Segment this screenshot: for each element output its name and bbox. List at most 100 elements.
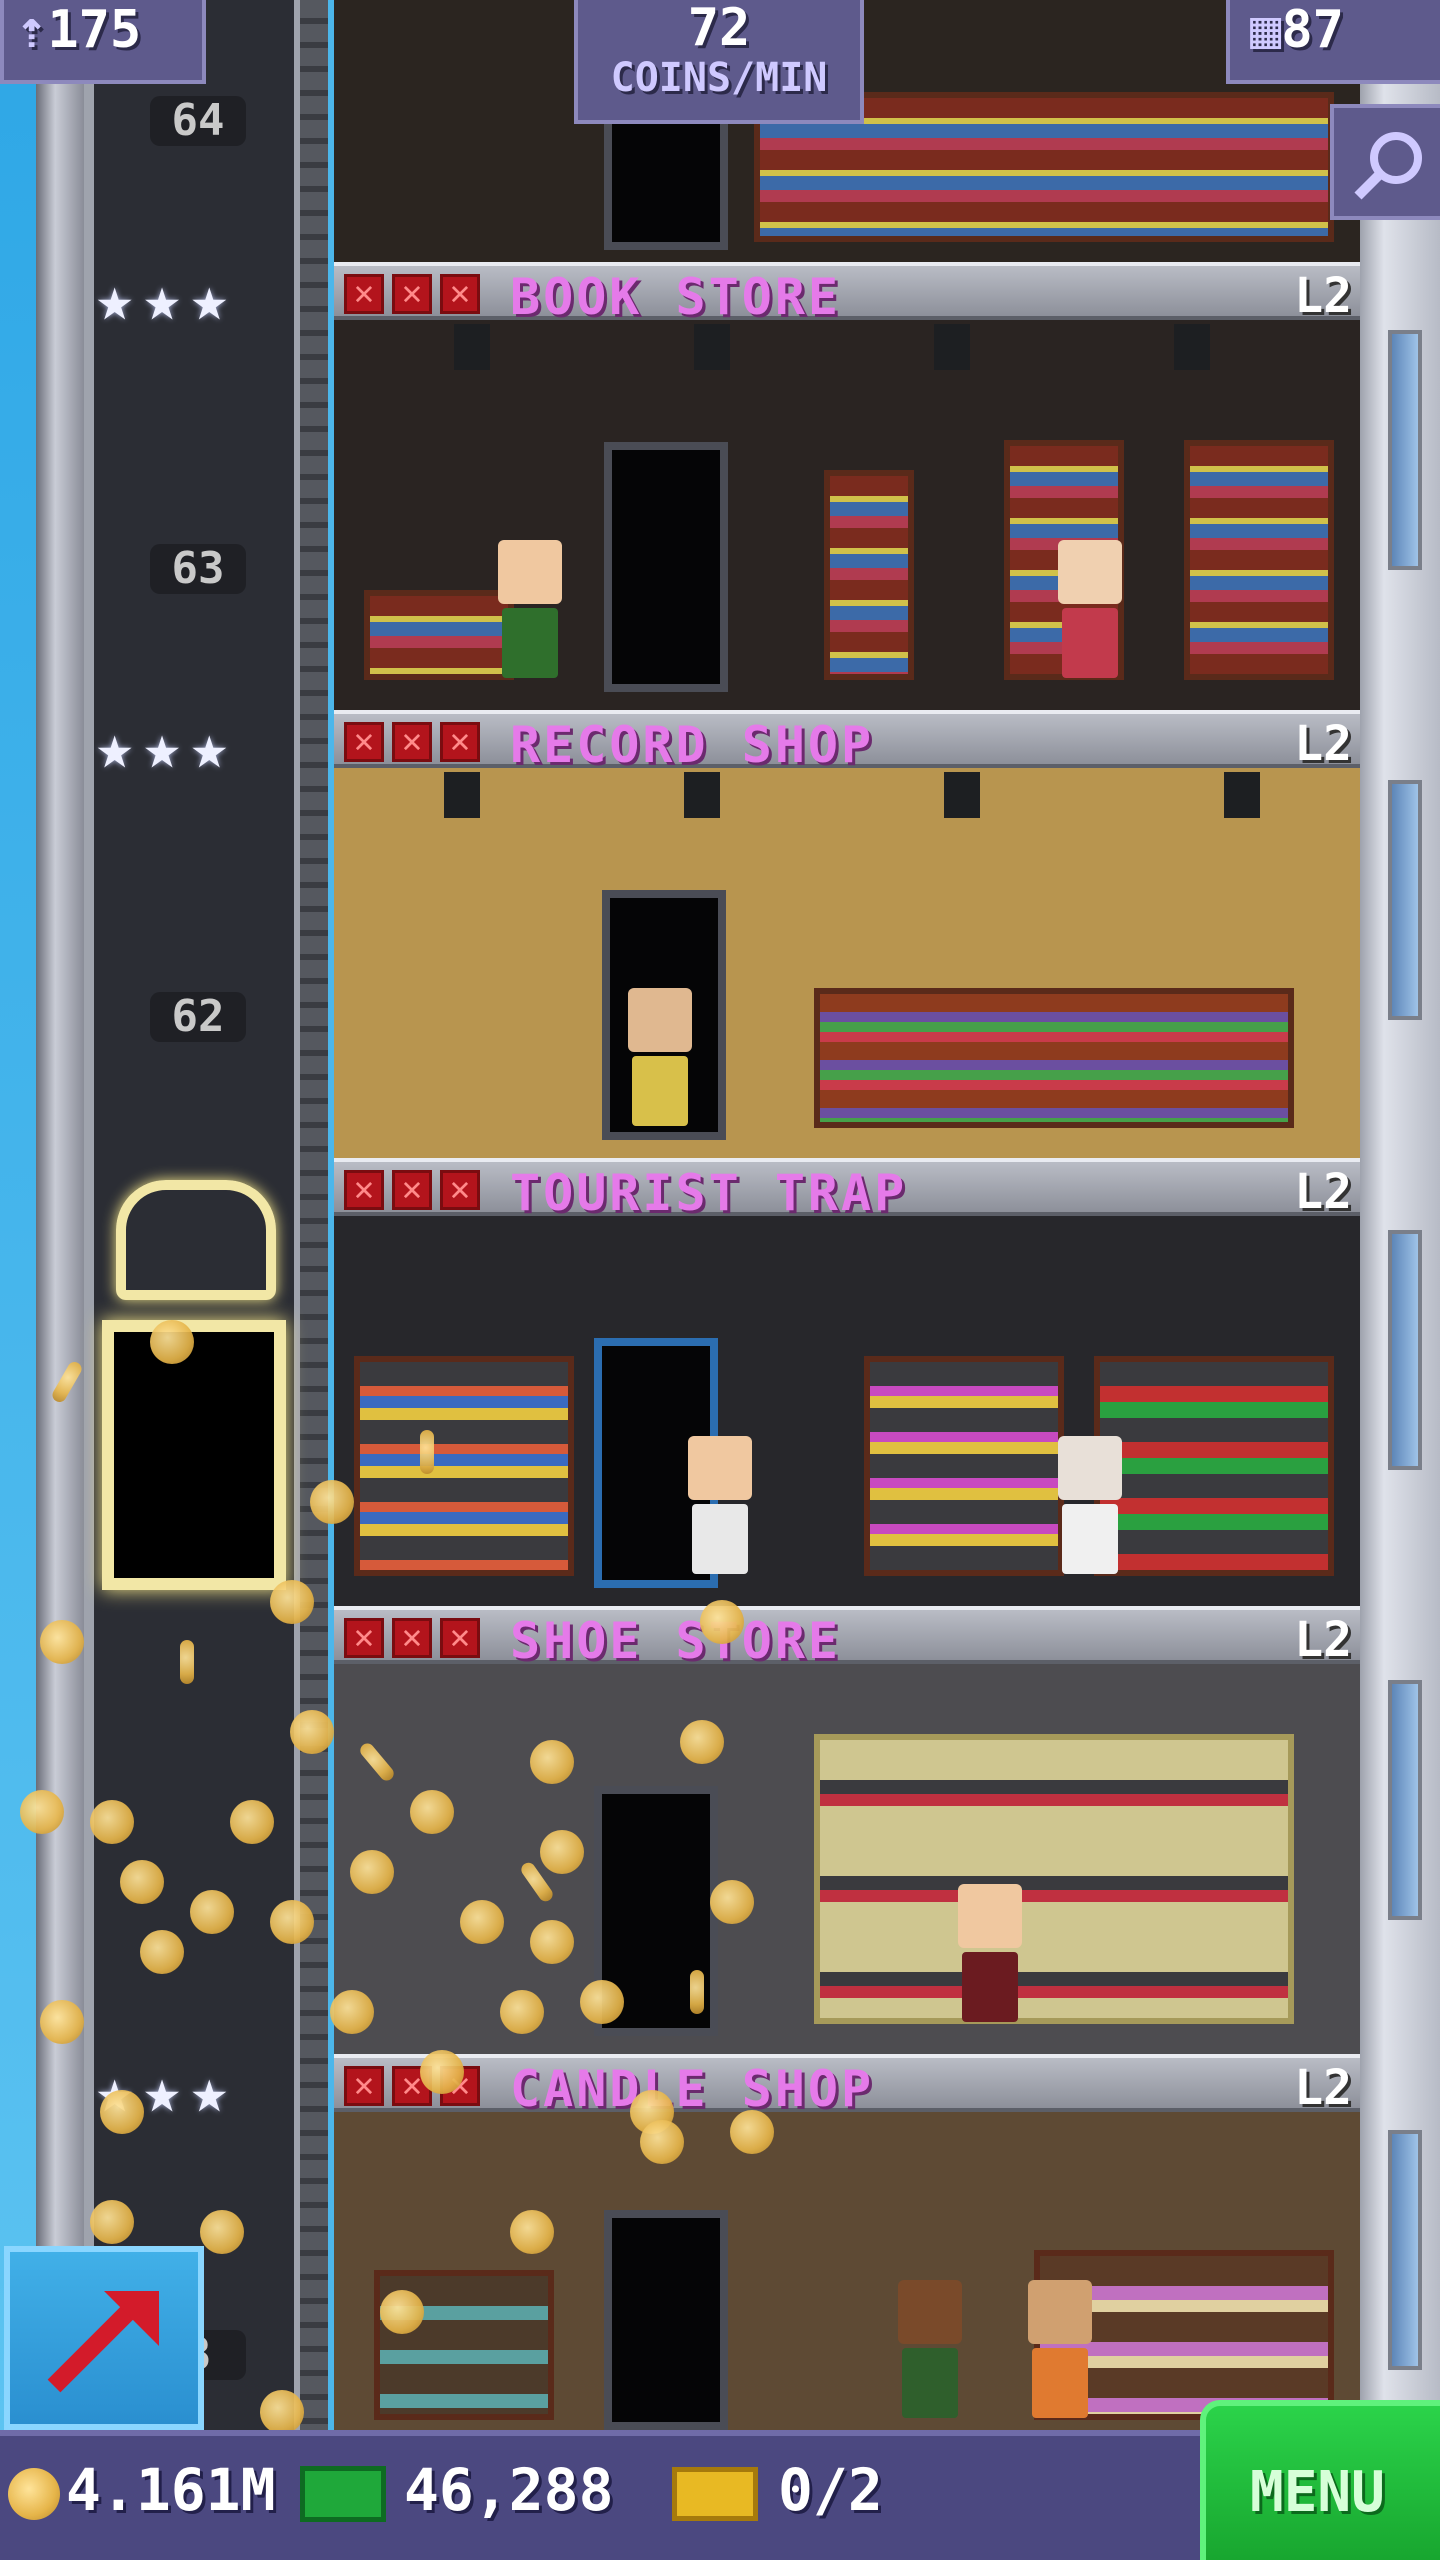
x-mark-icon: ✕ bbox=[344, 1618, 384, 1658]
bookshelf bbox=[824, 470, 914, 680]
floor-level: L2 bbox=[1294, 1612, 1352, 1668]
floor-banner: ✕ ✕ ✕ RECORD SHOP L2 bbox=[334, 710, 1360, 774]
star-icon: ★ bbox=[96, 710, 134, 783]
lamp-icon bbox=[694, 324, 730, 370]
floor-room bbox=[334, 2112, 1360, 2430]
elevator-door bbox=[102, 1320, 286, 1590]
bitizen-character[interactable] bbox=[1054, 540, 1126, 690]
floor-room bbox=[334, 1664, 1360, 2054]
x-mark-icon: ✕ bbox=[392, 722, 432, 762]
floor-name: SHOE STORE bbox=[510, 1612, 842, 1670]
bitizen-character[interactable] bbox=[1024, 2280, 1096, 2430]
magnifier-icon bbox=[1354, 132, 1422, 200]
window bbox=[1388, 330, 1422, 570]
bitizen-character[interactable] bbox=[1054, 1436, 1126, 1586]
x-mark-icon: ✕ bbox=[344, 722, 384, 762]
population-counter[interactable]: ⇡175 bbox=[0, 0, 206, 84]
elevator-car[interactable] bbox=[96, 1160, 292, 1620]
coins-balance[interactable]: 4.161M bbox=[8, 2456, 276, 2524]
window bbox=[1388, 1680, 1422, 1920]
floor-status-marks: ✕ ✕ ✕ bbox=[344, 1618, 480, 1658]
souvenir-shelf bbox=[354, 1356, 574, 1576]
lamp-icon bbox=[934, 324, 970, 370]
souvenir-shelf bbox=[864, 1356, 1064, 1576]
bookshelf bbox=[364, 590, 514, 680]
elevator-floor-number: 62 bbox=[150, 992, 246, 1042]
bux-balance[interactable]: 46,288 bbox=[300, 2456, 614, 2524]
building-icon: ▦ bbox=[1250, 0, 1282, 60]
floor-stars: ★★★ bbox=[96, 716, 228, 778]
window bbox=[1388, 780, 1422, 1020]
elevator-rail bbox=[300, 0, 328, 2430]
bitizen-character[interactable] bbox=[624, 988, 696, 1138]
floor-room bbox=[334, 320, 1360, 710]
coins-per-minute-panel[interactable]: 72 COINS/MIN bbox=[574, 0, 864, 124]
population-value: 175 bbox=[47, 0, 142, 60]
floor-record-shop[interactable]: ✕ ✕ ✕ RECORD SHOP L2 bbox=[334, 710, 1360, 1158]
star-icon: ★ bbox=[96, 262, 134, 335]
lamp-icon bbox=[944, 772, 980, 818]
elevator-floor-number: 64 bbox=[150, 96, 246, 146]
floor-status-marks: ✕ ✕ ✕ bbox=[344, 274, 480, 314]
window bbox=[1388, 2130, 1422, 2370]
floor-name: TOURIST TRAP bbox=[510, 1164, 908, 1222]
search-button[interactable] bbox=[1330, 104, 1440, 220]
bookshelf bbox=[1184, 440, 1334, 680]
door bbox=[604, 2210, 728, 2430]
lamp-icon bbox=[1224, 772, 1260, 818]
floor-candle-shop[interactable]: ✕ ✕ ✕ CANDLE SHOP L2 bbox=[334, 2054, 1360, 2430]
bitizen-character[interactable] bbox=[684, 1436, 756, 1586]
bitizen-character[interactable] bbox=[894, 2280, 966, 2430]
coins-per-minute-label: COINS/MIN bbox=[610, 55, 828, 101]
x-mark-icon: ✕ bbox=[392, 1618, 432, 1658]
star-icon: ★ bbox=[190, 710, 228, 783]
coin-icon bbox=[8, 2467, 60, 2520]
bitizen-character[interactable] bbox=[494, 540, 566, 690]
x-mark-icon: ✕ bbox=[392, 274, 432, 314]
floor-banner: ✕ ✕ ✕ CANDLE SHOP L2 bbox=[334, 2054, 1360, 2118]
lamp-icon bbox=[1174, 324, 1210, 370]
door bbox=[604, 442, 728, 692]
elevator-floor-number: 63 bbox=[150, 544, 246, 594]
floor-status-marks: ✕ ✕ ✕ bbox=[344, 722, 480, 762]
souvenir-shelf bbox=[1094, 1356, 1334, 1576]
floor-stars: ★★★ bbox=[96, 268, 228, 330]
coins-per-minute-value: 72 bbox=[687, 0, 751, 58]
floor-room bbox=[334, 768, 1360, 1158]
floor-shoe-store[interactable]: ✕ ✕ ✕ SHOE STORE L2 bbox=[334, 1606, 1360, 2054]
tickets-balance[interactable]: 0/2 bbox=[672, 2456, 883, 2524]
lamp-icon bbox=[684, 772, 720, 818]
star-icon: ★ bbox=[143, 710, 181, 783]
menu-button[interactable]: MENU bbox=[1200, 2400, 1440, 2560]
floor-name: BOOK STORE bbox=[510, 268, 842, 326]
menu-label: MENU bbox=[1250, 2460, 1385, 2525]
arrow-up-right-icon bbox=[47, 2291, 159, 2393]
tickets-value: 0/2 bbox=[778, 2456, 883, 2524]
cash-icon bbox=[300, 2465, 386, 2522]
window bbox=[1388, 1230, 1422, 1470]
floors-counter[interactable]: ▦87 bbox=[1226, 0, 1440, 84]
x-mark-icon: ✕ bbox=[344, 1170, 384, 1210]
x-mark-icon: ✕ bbox=[440, 1170, 480, 1210]
x-mark-icon: ✕ bbox=[344, 274, 384, 314]
x-mark-icon: ✕ bbox=[440, 1618, 480, 1658]
record-rack bbox=[814, 988, 1294, 1128]
floor-level: L2 bbox=[1294, 268, 1352, 324]
star-icon: ★ bbox=[190, 262, 228, 335]
ticket-icon bbox=[672, 2466, 758, 2521]
star-icon: ★ bbox=[143, 2054, 181, 2127]
floor-room bbox=[334, 1216, 1360, 1606]
outer-wall bbox=[36, 0, 84, 2430]
share-button[interactable] bbox=[4, 2246, 204, 2430]
floor-banner: ✕ ✕ ✕ SHOE STORE L2 bbox=[334, 1606, 1360, 1670]
x-mark-icon: ✕ bbox=[392, 1170, 432, 1210]
x-mark-icon: ✕ bbox=[440, 722, 480, 762]
floor-level: L2 bbox=[1294, 716, 1352, 772]
floor-book-store[interactable]: ✕ ✕ ✕ BOOK STORE L2 bbox=[334, 262, 1360, 710]
x-mark-icon: ✕ bbox=[344, 2066, 384, 2106]
floor-tourist-trap[interactable]: ✕ ✕ ✕ TOURIST TRAP L2 bbox=[334, 1158, 1360, 1606]
coins-value: 4.161M bbox=[66, 2456, 276, 2524]
floor-level: L2 bbox=[1294, 2060, 1352, 2116]
bitizen-character[interactable] bbox=[954, 1884, 1026, 2034]
floor-status-marks: ✕ ✕ ✕ bbox=[344, 1170, 480, 1210]
